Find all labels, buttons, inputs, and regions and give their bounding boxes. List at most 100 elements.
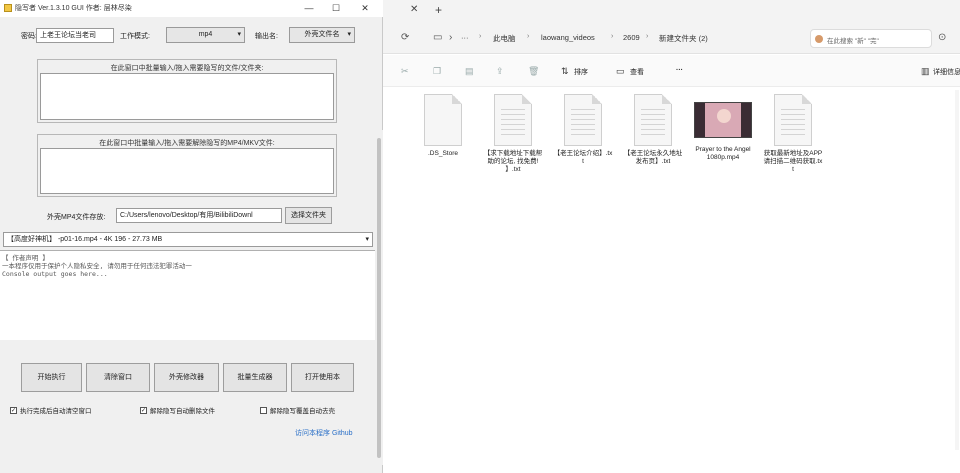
- details-icon: ▥: [921, 66, 930, 76]
- file-name: 【老王论坛永久地址发布页】.txt: [623, 150, 683, 165]
- explorer-scrollbar[interactable]: [955, 90, 959, 450]
- clear-window-button[interactable]: 清除窗口: [86, 363, 150, 392]
- command-bar: ✂ ❐ ▤ ⇪ 🗑 ⇅ 排序 ▭ 查看 ··· ▥ 详细信息: [383, 55, 960, 87]
- new-tab-icon[interactable]: +: [435, 3, 442, 17]
- view-icon: ▭: [616, 66, 625, 76]
- hide-files-group: 在此窗口中批量输入/拖入需要隐写的文件/文件夹:: [37, 59, 337, 123]
- checkbox-box: [260, 406, 267, 414]
- auto-unshell-checkbox[interactable]: 解除隐写覆盖自动去壳: [260, 405, 335, 415]
- checkbox-label: 解除隐写自动删除文件: [150, 408, 215, 415]
- choose-folder-button[interactable]: 选择文件夹: [285, 207, 332, 224]
- reveal-files-title: 在此窗口中批量输入/拖入需要解除隐写的MP4/MKV文件:: [99, 140, 275, 147]
- paste-icon[interactable]: ▤: [465, 66, 474, 77]
- console-line: 【 作者声明 】: [2, 254, 49, 262]
- shell-path-input[interactable]: C:/Users/lenovo/Desktop/有用/BilibiliDownl: [116, 208, 282, 223]
- reveal-files-group: 在此窗口中批量输入/拖入需要解除隐写的MP4/MKV文件:: [37, 134, 337, 197]
- address-bar: ⟳ ▭ › ··· › 此电脑 › laowang_videos › 2609 …: [383, 24, 960, 54]
- github-link[interactable]: 访问本程序 Github: [295, 428, 353, 438]
- file-item[interactable]: 【求下载地址下载帮助的论坛, 找免费! 】.txt: [483, 94, 543, 174]
- file-name: 获取最新地址及APP请扫描二维码获取.txt: [763, 150, 823, 173]
- mode-select[interactable]: mp4 ▾: [166, 27, 245, 43]
- file-explorer-window: ✕ + ⟳ ▭ › ··· › 此电脑 › laowang_videos › 2…: [383, 0, 960, 473]
- breadcrumb-item[interactable]: 2609: [623, 33, 640, 42]
- shell-editor-button[interactable]: 外壳修改器: [154, 363, 219, 392]
- chevron-down-icon: ▾: [347, 31, 351, 38]
- hide-files-input[interactable]: [40, 73, 334, 120]
- mode-label: 工作模式:: [120, 33, 150, 40]
- tab-close-icon[interactable]: ✕: [410, 4, 418, 15]
- sort-icon: ⇅: [561, 66, 569, 76]
- app-icon: [4, 4, 12, 12]
- output-select[interactable]: 外壳文件名 ▾: [289, 27, 355, 43]
- chevron-right-icon: ›: [611, 33, 614, 40]
- extension-icon[interactable]: ⊙: [938, 32, 946, 43]
- app-scrollbar[interactable]: [375, 130, 383, 465]
- breadcrumb-item[interactable]: 新建文件夹 (2): [659, 33, 708, 44]
- search-box[interactable]: 在此搜索 "新" "完": [810, 29, 932, 48]
- auto-delete-checkbox[interactable]: ✓ 解除隐写自动删除文件: [140, 405, 215, 415]
- scrollbar-thumb[interactable]: [377, 138, 381, 458]
- file-item[interactable]: Prayer to the Angel 1080p.mp4: [693, 94, 753, 162]
- monitor-icon[interactable]: ▭: [433, 32, 442, 43]
- file-item[interactable]: 获取最新地址及APP请扫描二维码获取.txt: [763, 94, 823, 174]
- view-button[interactable]: 查看: [630, 67, 644, 77]
- start-button[interactable]: 开始执行: [21, 363, 82, 392]
- output-select-value: 外壳文件名: [304, 31, 340, 38]
- checkbox-label: 解除隐写覆盖自动去壳: [270, 408, 335, 415]
- batch-generator-button[interactable]: 批量生成器: [223, 363, 287, 392]
- close-button[interactable]: ✕: [352, 1, 378, 15]
- reveal-files-input[interactable]: [40, 148, 334, 194]
- file-name: 【求下载地址下载帮助的论坛, 找免费! 】.txt: [483, 150, 543, 173]
- app-titlebar: 隐写者 Ver.1.3.10 GUI 作者: 层林尽染 — ☐ ✕: [0, 0, 383, 17]
- avatar-icon: [815, 35, 823, 43]
- shell-file-select-value: 【高度好神机】 -p01-16.mp4 - 4K 196 - 27.73 MB: [7, 236, 163, 243]
- breadcrumb-item[interactable]: 此电脑: [493, 33, 516, 44]
- file-item[interactable]: 【老王论坛介绍】.txt: [553, 94, 613, 166]
- cut-icon[interactable]: ✂: [401, 66, 409, 77]
- blank-file-icon: [424, 94, 462, 146]
- chevron-right-icon: ›: [449, 32, 453, 43]
- details-button[interactable]: 详细信息: [933, 67, 960, 77]
- shell-path-label: 外壳MP4文件存放:: [47, 214, 106, 221]
- text-file-icon: [564, 94, 602, 146]
- chevron-down-icon: ▾: [365, 236, 369, 243]
- search-placeholder: 在此搜索 "新" "完": [827, 38, 879, 45]
- minimize-button[interactable]: —: [296, 1, 322, 15]
- sort-button[interactable]: 排序: [574, 67, 588, 77]
- file-item[interactable]: .DS_Store: [413, 94, 473, 158]
- more-breadcrumbs[interactable]: ···: [461, 33, 469, 42]
- delete-icon[interactable]: 🗑: [528, 66, 539, 77]
- copy-icon[interactable]: ❐: [433, 66, 441, 77]
- checkbox-box: ✓: [10, 406, 17, 414]
- auto-clear-checkbox[interactable]: ✓ 执行完成后自动清空窗口: [10, 405, 92, 415]
- chevron-right-icon: ›: [479, 33, 482, 40]
- file-name: Prayer to the Angel 1080p.mp4: [695, 146, 751, 161]
- app-title: 隐写者 Ver.1.3.10 GUI 作者: 层林尽染: [15, 5, 132, 12]
- text-file-icon: [634, 94, 672, 146]
- output-label: 输出名:: [255, 33, 278, 40]
- chevron-right-icon: ›: [527, 33, 530, 40]
- text-file-icon: [494, 94, 532, 146]
- more-options-button[interactable]: ···: [676, 67, 683, 74]
- shell-file-select[interactable]: 【高度好神机】 -p01-16.mp4 - 4K 196 - 27.73 MB …: [3, 232, 373, 247]
- open-script-button[interactable]: 打开使用本: [291, 363, 354, 392]
- breadcrumb-item[interactable]: laowang_videos: [541, 33, 595, 42]
- maximize-button[interactable]: ☐: [323, 1, 349, 15]
- file-item[interactable]: 【老王论坛永久地址发布页】.txt: [623, 94, 683, 166]
- console-line: 一本程序仅用于保护个人隐私安全, 请勿用于任何违法犯罪活动一: [2, 262, 192, 270]
- chevron-down-icon: ▾: [237, 31, 241, 38]
- mode-select-value: mp4: [198, 31, 213, 38]
- checkbox-box: ✓: [140, 406, 147, 414]
- explorer-tabbar: ✕ +: [383, 0, 960, 24]
- file-name: .DS_Store: [428, 150, 458, 157]
- hide-files-title: 在此窗口中批量输入/拖入需要隐写的文件/文件夹:: [110, 65, 264, 72]
- chevron-right-icon: ›: [646, 33, 649, 40]
- password-input[interactable]: 上老王论坛当老司: [36, 28, 114, 43]
- share-icon[interactable]: ⇪: [496, 66, 504, 77]
- console-output[interactable]: 【 作者声明 】 一本程序仅用于保护个人隐私安全, 请勿用于任何违法犯罪活动一 …: [0, 250, 375, 340]
- file-name: 【老王论坛介绍】.txt: [553, 150, 613, 165]
- password-label: 密码:: [21, 33, 37, 40]
- video-thumbnail: [694, 102, 752, 138]
- refresh-icon[interactable]: ⟳: [401, 32, 409, 43]
- stego-app-window: 隐写者 Ver.1.3.10 GUI 作者: 层林尽染 — ☐ ✕ 密码: 上老…: [0, 0, 383, 473]
